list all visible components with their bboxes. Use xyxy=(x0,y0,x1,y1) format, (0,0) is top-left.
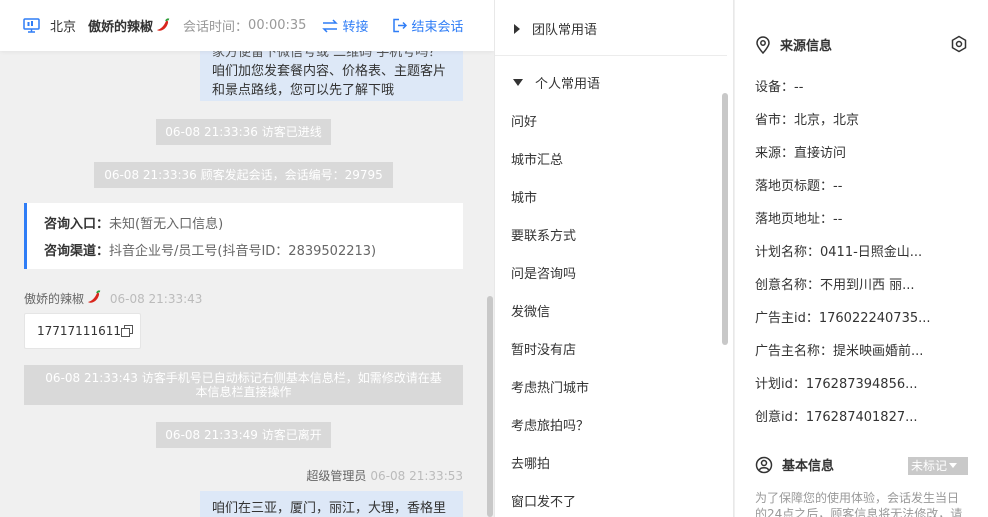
source-plan-id: 计划id：176287394856... xyxy=(755,377,918,392)
source-creative-id: 创意id：176287401827... xyxy=(755,410,918,425)
consult-entry: 咨询入口：未知(暂无入口信息) xyxy=(44,211,463,238)
source-landing-title: 落地页标题：-- xyxy=(755,179,843,194)
agent-message-time: 06-08 21:33:53 xyxy=(370,469,463,483)
source-creative-name: 创意名称：不用到川西 丽... xyxy=(755,278,915,293)
transfer-icon xyxy=(322,18,339,33)
system-message-line: 本信息栏直接操作 xyxy=(195,385,292,399)
system-message: 06-08 21:33:43 访客手机号已自动标记右侧基本信息栏，如需修改请在基… xyxy=(24,365,463,405)
chat-header: 北京 傲娇的辣椒 会话时间： 00:00:35 转接 结束会话 xyxy=(0,0,494,51)
chat-scrollbar[interactable] xyxy=(487,296,493,517)
copy-icon[interactable] xyxy=(120,325,133,337)
location-pin-icon xyxy=(756,35,770,54)
source-info-header: 来源信息 xyxy=(755,35,832,54)
agent-name: 超级管理员 xyxy=(306,469,367,483)
end-session-label: 结束会话 xyxy=(411,20,464,35)
phrase-item[interactable]: 窗口发不了 xyxy=(511,491,576,510)
divider xyxy=(495,55,727,56)
visitor-sender-line: 傲娇的辣椒 06-08 21:33:43 xyxy=(24,289,202,307)
visitor-phone-message: 17717111611 xyxy=(24,313,141,349)
system-message-line: 06-08 21:33:43 访客手机号已自动标记右侧基本信息栏，如需修改请在基 xyxy=(45,371,442,385)
message-line: 和景点路线，您可以先了解下哦 xyxy=(212,83,395,98)
consult-info-card: 咨询入口：未知(暂无入口信息) 咨询渠道：抖音企业号/员工号(抖音号ID：283… xyxy=(24,203,463,269)
source-origin: 来源：直接访问 xyxy=(755,146,847,161)
visitor-city: 北京 xyxy=(50,20,77,35)
personal-phrases-group[interactable]: 个人常用语 xyxy=(513,73,600,92)
transfer-button[interactable]: 转接 xyxy=(322,16,368,35)
source-advertiser-id: 广告主id：176022240735... xyxy=(755,311,931,326)
consult-entry-value: 未知(暂无入口信息) xyxy=(109,217,224,232)
caret-down-icon xyxy=(949,463,958,468)
consult-channel: 咨询渠道：抖音企业号/员工号(抖音号ID：2839502213) xyxy=(44,238,463,265)
personal-phrases-label: 个人常用语 xyxy=(535,77,601,92)
session-time-value: 00:00:35 xyxy=(248,18,307,33)
caret-down-icon xyxy=(513,79,523,86)
monitor-icon xyxy=(23,18,40,33)
source-plan-name: 计划名称：0411-日照金山... xyxy=(755,245,923,260)
consult-channel-label: 咨询渠道： xyxy=(44,244,110,259)
phone-number: 17717111611 xyxy=(37,324,121,338)
source-info-title: 来源信息 xyxy=(780,39,833,54)
chat-panel: 家方便留下微信号或 二维码 手机号吗？ 咱们加您发套餐内容、价格表、主题客片 和… xyxy=(0,0,494,517)
visitor-info-panel: 来源信息 设备：-- 省市：北京，北京 来源：直接访问 落地页标题：-- 落地页… xyxy=(735,0,988,517)
settings-icon[interactable] xyxy=(950,35,968,53)
system-message: 06-08 21:33:49 访客已离开 xyxy=(156,422,331,448)
phrase-item[interactable]: 考虑热门城市 xyxy=(511,377,589,396)
user-circle-icon xyxy=(755,456,773,473)
visitor-name: 傲娇的辣椒 xyxy=(24,292,85,306)
visitor-name-title: 傲娇的辣椒 xyxy=(88,20,154,35)
agent-message-bubble: 咱们在三亚，厦门，丽江，大理，香格里 xyxy=(200,491,463,517)
team-phrases-group[interactable]: 团队常用语 xyxy=(513,19,597,38)
source-landing-url: 落地页地址：-- xyxy=(755,212,843,227)
phrase-item[interactable]: 发微信 xyxy=(511,301,550,320)
phrase-item[interactable]: 去哪拍 xyxy=(511,453,550,472)
source-province-city: 省市：北京，北京 xyxy=(755,113,860,128)
transfer-label: 转接 xyxy=(342,20,369,35)
visitor-message-time: 06-08 21:33:43 xyxy=(109,292,203,306)
system-message: 06-08 21:33:36 访客已进线 xyxy=(156,119,331,145)
tag-label: 未标记 xyxy=(911,459,948,473)
phrase-item[interactable]: 暂时没有店 xyxy=(511,339,576,358)
message-line: 咱们加您发套餐内容、价格表、主题客片 xyxy=(212,64,447,79)
exit-icon xyxy=(393,18,408,33)
caret-right-icon xyxy=(514,23,520,34)
phrase-item[interactable]: 城市 xyxy=(511,187,537,206)
phrases-scrollbar[interactable] xyxy=(722,93,728,345)
agent-sender-line: 超级管理员 06-08 21:33:53 xyxy=(306,467,463,484)
chili-pepper-icon xyxy=(88,290,101,303)
chili-pepper-icon xyxy=(157,18,170,31)
system-message: 06-08 21:33:36 顾客发起会话，会话编号：29795 xyxy=(94,162,393,188)
tag-dropdown[interactable]: 未标记 xyxy=(908,457,968,475)
phrase-item[interactable]: 问是咨询吗 xyxy=(511,263,576,282)
basic-info-header: 基本信息 xyxy=(755,455,834,474)
basic-info-title: 基本信息 xyxy=(782,459,835,474)
end-session-button[interactable]: 结束会话 xyxy=(392,16,463,35)
privacy-notice: 为了保障您的使用体验，会话发生当日的24点之后，顾客信息将无法修改，请 xyxy=(755,491,963,517)
phrase-item[interactable]: 城市汇总 xyxy=(511,149,563,168)
phrase-item[interactable]: 问好 xyxy=(511,111,537,130)
message-line: 咱们在三亚，厦门，丽江，大理，香格里 xyxy=(212,501,447,516)
consult-entry-label: 咨询入口： xyxy=(44,217,110,232)
quick-phrases-panel: 团队常用语 个人常用语 问好 城市汇总 城市 要联系方式 问是咨询吗 发微信 暂… xyxy=(494,0,734,517)
source-device: 设备：-- xyxy=(755,80,804,95)
session-time-label: 会话时间： xyxy=(183,20,249,35)
team-phrases-label: 团队常用语 xyxy=(532,23,598,38)
consult-channel-value: 抖音企业号/员工号(抖音号ID：2839502213) xyxy=(109,244,377,259)
phrase-item[interactable]: 考虑旅拍吗？ xyxy=(511,415,589,434)
source-advertiser-name: 广告主名称：提米映画婚前... xyxy=(755,344,924,359)
phrase-item[interactable]: 要联系方式 xyxy=(511,225,576,244)
